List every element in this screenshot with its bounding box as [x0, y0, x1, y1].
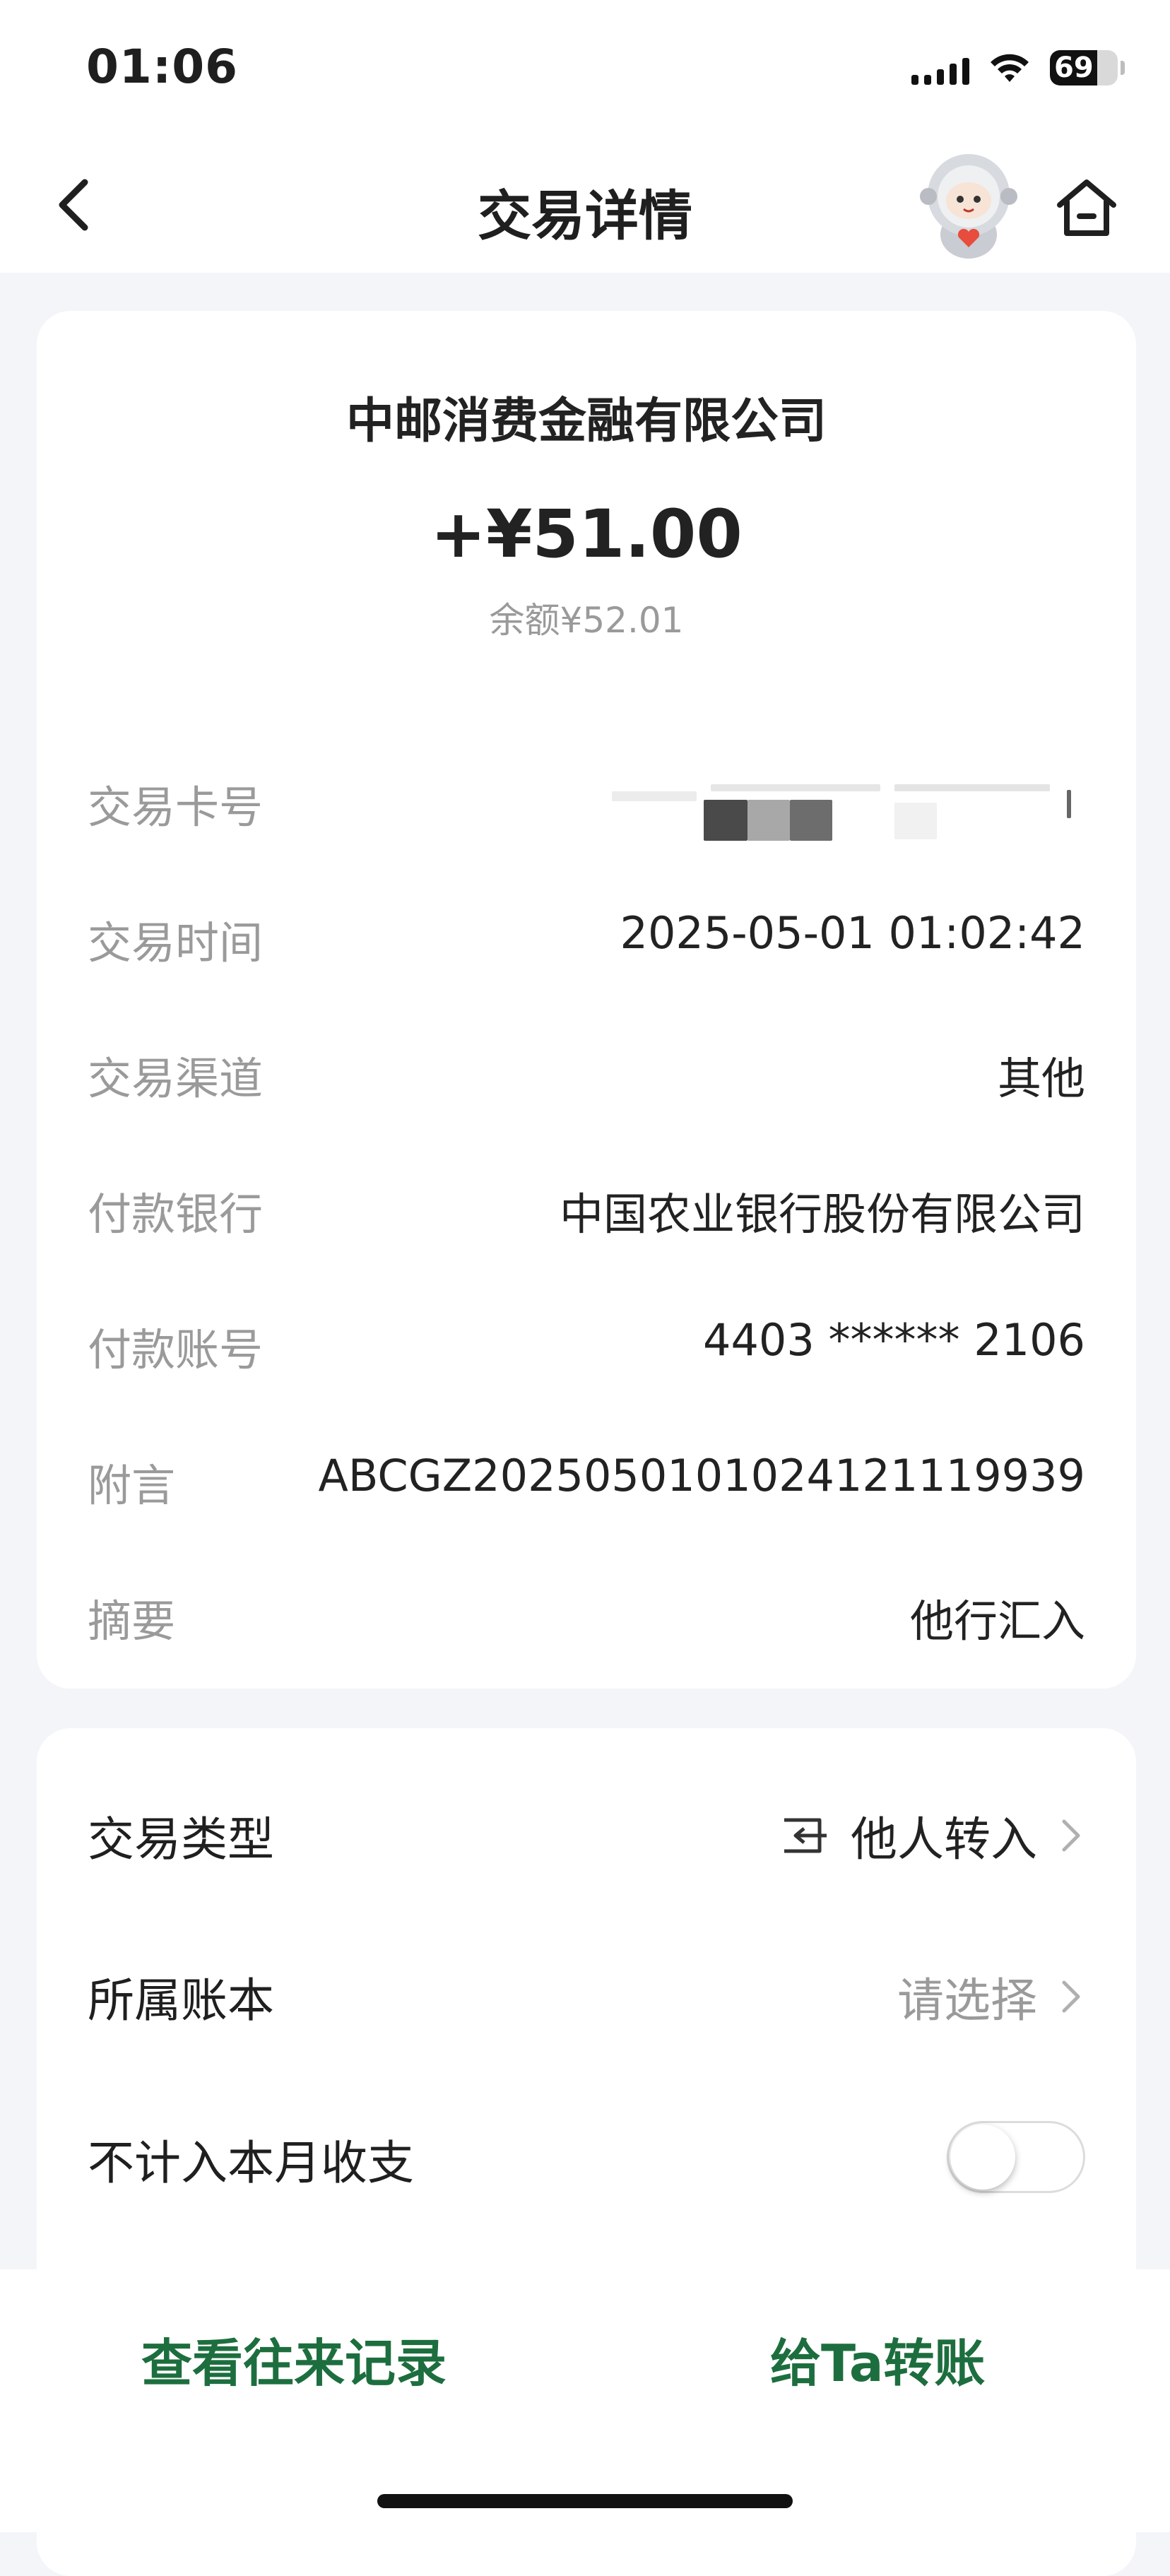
home-indicator	[377, 2494, 793, 2508]
detail-label: 交易渠道	[88, 1053, 264, 1104]
detail-value: 他行汇入	[909, 1595, 1085, 1647]
detail-row-payer-bank: 付款银行 中国农业银行股份有限公司	[88, 1178, 1085, 1242]
balance-after: 余额¥52.01	[489, 600, 684, 641]
wifi-icon	[991, 54, 1029, 82]
exclude-monthly-row: 不计入本月收支	[88, 2118, 1085, 2193]
status-icons: 69	[911, 47, 1125, 89]
detail-row-channel: 交易渠道 其他	[88, 1043, 1085, 1106]
astronaut-mascot-icon[interactable]	[916, 150, 1022, 261]
detail-value: 其他	[997, 1053, 1085, 1104]
detail-value: ABCGZ2025050101024121119939	[318, 1450, 1085, 1501]
detail-row-summary: 摘要 他行汇入	[88, 1585, 1085, 1649]
transfer-in-icon	[784, 1818, 827, 1853]
ledger-row[interactable]: 所属账本 请选择	[88, 1956, 1085, 2028]
ledger-placeholder: 请选择	[897, 1973, 1037, 2028]
transfer-to-button[interactable]: 给Ta转账	[770, 2322, 985, 2396]
transaction-detail-card: 中邮消费金融有限公司 +¥51.00 余额¥52.01 交易卡号 交易时间 20…	[37, 311, 1136, 1689]
detail-row-memo: 附言 ABCGZ2025050101024121119939	[88, 1450, 1085, 1513]
redacted-card-number	[584, 772, 1092, 841]
bottom-action-bar: 查看往来记录 给Ta转账	[0, 2269, 1170, 2532]
chevron-right-icon	[1062, 1980, 1080, 2013]
detail-label: 付款账号	[88, 1324, 264, 1376]
detail-label: 交易时间	[88, 917, 264, 969]
battery-tip	[1121, 61, 1125, 75]
chevron-right-icon	[1062, 1819, 1080, 1852]
battery-level: 69	[1054, 52, 1094, 84]
payee-name: 中邮消费金融有限公司	[345, 394, 827, 449]
status-bar: 01:06 69	[0, 0, 1170, 141]
detail-row-card-number: 交易卡号	[88, 772, 1085, 841]
exclude-monthly-toggle[interactable]	[947, 2121, 1085, 2193]
status-time: 01:06	[86, 40, 239, 94]
option-label: 交易类型	[88, 1812, 274, 1867]
option-right: 他人转入	[780, 1802, 1085, 1869]
toggle-knob	[950, 2125, 1015, 2190]
view-history-button[interactable]: 查看往来记录	[141, 2322, 447, 2396]
detail-label: 付款银行	[88, 1188, 264, 1240]
battery-icon: 69	[1050, 50, 1118, 85]
transaction-amount: +¥51.00	[430, 496, 743, 573]
option-right: 请选择	[897, 1963, 1085, 2031]
nav-bar: 交易详情	[0, 141, 1170, 273]
option-label: 不计入本月收支	[88, 2136, 414, 2190]
detail-value: 4403 ****** 2106	[703, 1314, 1085, 1366]
detail-row-payer-account: 付款账号 4403 ****** 2106	[88, 1314, 1085, 1378]
detail-value: 中国农业银行股份有限公司	[559, 1188, 1085, 1240]
detail-label: 交易卡号	[88, 781, 264, 833]
option-value: 他人转入	[851, 1812, 1037, 1867]
cellular-signal-icon	[911, 51, 969, 85]
detail-value: 2025-05-01 01:02:42	[620, 907, 1085, 959]
detail-row-time: 交易时间 2025-05-01 01:02:42	[88, 907, 1085, 971]
detail-label: 附言	[88, 1460, 176, 1511]
transaction-type-row[interactable]: 交易类型 他人转入	[88, 1795, 1085, 1867]
option-label: 所属账本	[88, 1973, 274, 2028]
detail-label: 摘要	[88, 1595, 176, 1647]
home-icon[interactable]	[1053, 174, 1121, 242]
